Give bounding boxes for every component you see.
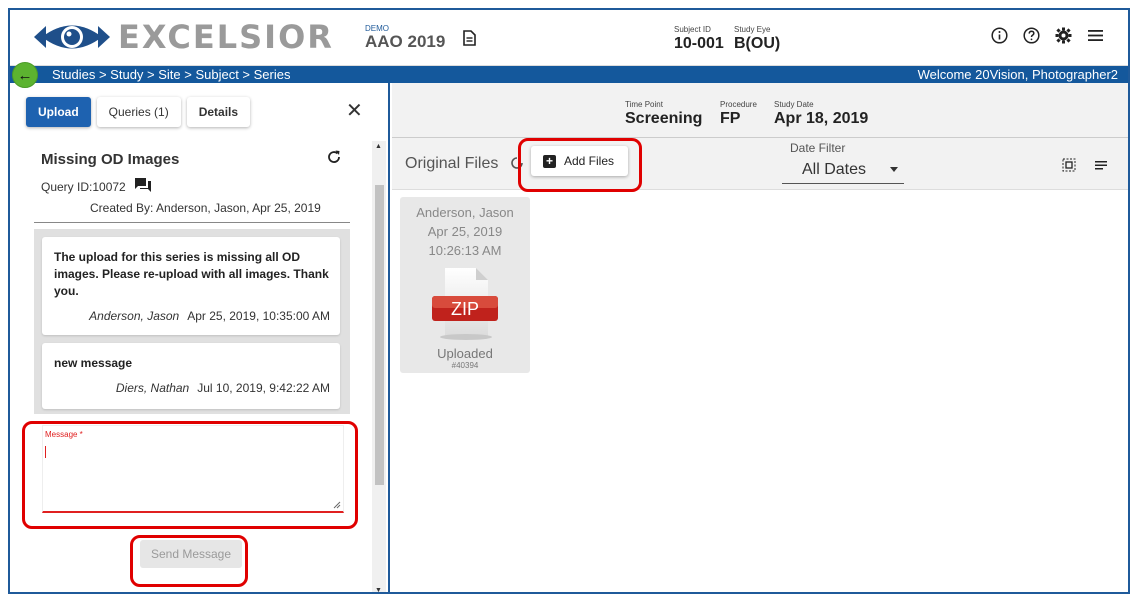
query-created-by: Created By: Anderson, Jason, Apr 25, 201… [90,201,321,215]
query-id: Query ID:10072 [41,179,126,194]
study-date-block: Study Date Apr 18, 2019 [774,100,868,128]
message-text: new message [54,356,133,370]
series-info-strip: Time Point Screening Procedure FP Study … [392,83,1128,138]
logo-wordmark: EXCELSIOR [118,18,334,56]
message-text: The upload for this series is missing al… [54,250,329,298]
loading-spinner-icon [510,156,524,175]
message-input[interactable] [45,442,341,506]
arrow-left-icon: ← [17,67,33,84]
subject-id-block: Subject ID 10-001 [674,25,724,53]
app-header: EXCELSIOR DEMO AAO 2019 Subject ID 10-00… [10,10,1128,66]
scroll-down-icon[interactable]: ▼ [375,587,382,592]
panel-scrollbar[interactable]: ▲ ▼ [372,141,386,592]
file-date: Apr 25, 2019 [427,224,503,239]
original-files-label: Original Files [405,155,499,172]
scroll-thumb[interactable] [375,185,384,485]
subject-id-value: 10-001 [674,35,724,52]
query-title: Missing OD Images [41,151,180,168]
refresh-icon[interactable] [326,149,342,170]
tab-details[interactable]: Details [186,97,251,127]
chat-icon[interactable] [134,177,152,196]
info-icon[interactable] [990,26,1008,44]
scroll-up-icon[interactable]: ▲ [375,143,382,150]
welcome-text: Welcome 20Vision, Photographer2 [917,67,1118,82]
menu-icon[interactable] [1086,26,1104,44]
add-box-icon: + [543,154,556,168]
study-block: DEMO AAO 2019 [365,24,445,52]
document-icon[interactable] [463,30,476,51]
file-uploader: Anderson, Jason [416,205,514,220]
file-time: 10:26:13 AM [428,243,502,258]
breadcrumb-bar: Studies > Study > Site > Subject > Serie… [10,66,1128,83]
chevron-down-icon [890,167,898,172]
query-id-row: Query ID:10072 [41,177,152,196]
study-eye-block: Study Eye B(OU) [734,25,780,53]
list-view-icon[interactable] [1094,158,1108,177]
message-label: Message * [45,430,83,439]
time-point-label: Time Point [625,100,663,109]
message-card: new message Diers, Nathan Jul 10, 2019, 9… [42,343,340,409]
date-filter-select[interactable]: Date Filter All Dates [782,141,904,184]
eye-logo-icon [34,25,110,49]
study-name: AAO 2019 [365,32,446,51]
message-meta: Anderson, Jason Apr 25, 2019, 10:35:00 AM [89,309,330,323]
time-point-value: Screening [625,110,703,127]
header-actions [990,26,1104,44]
text-caret [45,446,46,458]
divider [34,222,350,223]
procedure-value: FP [720,110,741,127]
message-author: Anderson, Jason [89,309,180,323]
files-toolbar: Original Files + Add Files Date Filter A… [392,138,1128,190]
message-card: The upload for this series is missing al… [42,237,340,335]
query-panel: Upload Queries (1) Details ✕ Missing OD … [10,83,390,592]
message-author: Diers, Nathan [115,381,190,395]
subject-id-label: Subject ID [674,25,711,34]
add-files-button[interactable]: + Add Files [531,146,629,176]
zip-file-icon: ZIP [430,266,500,342]
time-point-block: Time Point Screening [625,100,702,128]
breadcrumb[interactable]: Studies > Study > Site > Subject > Serie… [52,66,290,83]
study-date-value: Apr 18, 2019 [774,110,869,127]
view-toggles [1062,158,1108,177]
file-card[interactable]: Anderson, Jason Apr 25, 2019 10:26:13 AM [400,197,530,373]
study-eye-value: B(OU) [734,35,781,52]
resize-grip-icon[interactable] [333,501,341,509]
date-filter-value: All Dates [802,161,867,178]
message-thread: The upload for this series is missing al… [34,229,350,414]
back-button[interactable]: ← [12,62,38,88]
app-window: EXCELSIOR DEMO AAO 2019 Subject ID 10-00… [8,8,1130,594]
date-filter-label: Date Filter [790,141,846,155]
excelsior-logo[interactable]: EXCELSIOR [32,18,334,56]
message-date: Jul 10, 2019, 9:42:22 AM [197,381,330,395]
message-meta: Diers, Nathan Jul 10, 2019, 9:42:22 AM [116,381,330,395]
message-field[interactable]: Message * [42,425,344,513]
help-icon[interactable] [1022,26,1040,44]
panel-tabs: Upload Queries (1) Details [26,97,251,127]
add-files-label: Add Files [564,154,615,168]
tab-queries[interactable]: Queries (1) [96,97,181,127]
message-date: Apr 25, 2019, 10:35:00 AM [187,309,330,323]
procedure-block: Procedure FP [720,100,757,128]
study-date-label: Study Date [774,100,814,109]
send-message-button[interactable]: Send Message [140,540,242,568]
grid-view-icon[interactable] [1062,158,1076,177]
gear-icon[interactable] [1054,26,1072,44]
tab-upload[interactable]: Upload [26,97,91,127]
zip-badge-text: ZIP [450,299,479,319]
file-number: #40394 [451,361,479,370]
close-icon[interactable]: ✕ [346,101,363,121]
series-panel: Time Point Screening Procedure FP Study … [392,83,1128,592]
file-status: Uploaded [437,346,493,361]
query-content: Missing OD Images Query ID:10072 Created… [10,141,372,592]
study-eye-label: Study Eye [734,25,771,34]
procedure-label: Procedure [720,100,757,109]
